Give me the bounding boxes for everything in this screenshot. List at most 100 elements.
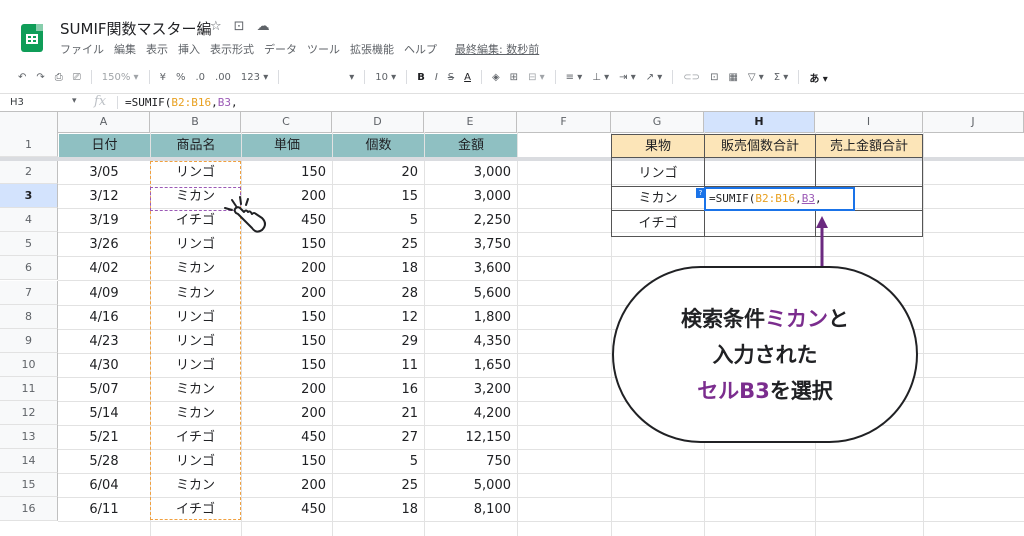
header-quantity[interactable]: 個数 [333,134,424,157]
column-header-c[interactable]: C [241,112,332,132]
cell-quantity[interactable]: 18 [332,257,424,280]
percent-button[interactable]: % [176,72,186,83]
cell-amount[interactable]: 3,200 [424,378,517,401]
borders-icon[interactable]: ⊞ [510,72,518,83]
name-box[interactable]: H3 [10,97,24,108]
increase-decimal-button[interactable]: .00 [215,72,231,83]
row-header[interactable]: 15 [0,473,58,498]
cell-amount[interactable]: 8,100 [424,498,517,521]
cell-amount[interactable]: 3,000 [424,185,517,208]
last-edit-link[interactable]: 最終編集: 数秒前 [455,41,539,57]
row-header[interactable]: 2 [0,160,58,184]
chart-icon[interactable]: ▦ [728,72,737,83]
cell-unit-price[interactable]: 200 [241,378,332,401]
font-family-select[interactable]: ▾ [349,72,354,83]
menu-insert[interactable]: 挿入 [178,41,200,57]
menu-extensions[interactable]: 拡張機能 [350,41,394,57]
cell-quantity[interactable]: 25 [332,474,424,497]
header-product[interactable]: 商品名 [151,134,241,157]
cell-date[interactable]: 3/19 [58,209,150,232]
column-header-g[interactable]: G [611,112,704,132]
cell-quantity[interactable]: 27 [332,426,424,449]
cell-quantity[interactable]: 15 [332,185,424,208]
menu-tools[interactable]: ツール [307,41,340,57]
cell-amount[interactable]: 3,750 [424,233,517,256]
menu-edit[interactable]: 編集 [114,41,136,57]
cell-date[interactable]: 5/28 [58,450,150,473]
row-header[interactable]: 11 [0,376,58,401]
merge-cells-icon[interactable]: ⊟ ▾ [528,72,545,83]
cell-quantity[interactable]: 5 [332,450,424,473]
active-cell-editor[interactable]: =SUMIF(B2:B16,B3, [704,187,855,211]
row-header[interactable]: 3 [0,184,58,209]
text-color-button[interactable]: A [464,72,471,83]
cell-quantity[interactable]: 20 [332,161,424,184]
row-header[interactable]: 7 [0,280,58,305]
cell-amount[interactable]: 750 [424,450,517,473]
decrease-decimal-button[interactable]: .0 [195,72,205,83]
print-icon[interactable]: ⎙ [55,72,63,83]
star-icon[interactable]: ☆ [210,19,222,34]
text-wrap-icon[interactable]: ⇥ ▾ [619,72,636,83]
cell-date[interactable]: 5/14 [58,402,150,425]
cell-date[interactable]: 6/04 [58,474,150,497]
horizontal-align-icon[interactable]: ≡ ▾ [566,72,583,83]
cell-unit-price[interactable]: 450 [241,498,332,521]
cell-date[interactable]: 5/21 [58,426,150,449]
italic-button[interactable]: I [435,72,438,83]
functions-icon[interactable]: Σ ▾ [774,72,789,83]
row-header[interactable]: 16 [0,497,58,522]
cell-unit-price[interactable]: 150 [241,330,332,353]
cell-quantity[interactable]: 16 [332,378,424,401]
column-header-d[interactable]: D [332,112,424,132]
cell-amount[interactable]: 12,150 [424,426,517,449]
cell-quantity[interactable]: 11 [332,354,424,377]
summary-header-qty-total[interactable]: 販売個数合計 [704,134,816,158]
summary-fruit-apple[interactable]: リンゴ [611,162,705,185]
cell-unit-price[interactable]: 200 [241,282,332,305]
currency-button[interactable]: ¥ [160,72,166,83]
menu-file[interactable]: ファイル [60,41,104,57]
select-all-corner[interactable] [0,112,58,132]
input-tools-button[interactable]: あ ▾ [809,70,828,85]
menu-format[interactable]: 表示形式 [210,41,254,57]
more-formats-button[interactable]: 123 ▾ [241,72,268,83]
cell-unit-price[interactable]: 150 [241,450,332,473]
summary-header-fruit[interactable]: 果物 [611,134,705,158]
cell-amount[interactable]: 4,350 [424,330,517,353]
cell-quantity[interactable]: 28 [332,282,424,305]
column-header-b[interactable]: B [150,112,241,132]
column-header-h[interactable]: H [704,112,815,132]
header-date[interactable]: 日付 [59,134,150,157]
cell-date[interactable]: 4/30 [58,354,150,377]
column-header-e[interactable]: E [424,112,517,132]
cell-date[interactable]: 3/12 [58,185,150,208]
cell-date[interactable]: 3/05 [58,161,150,184]
text-rotation-icon[interactable]: ↗ ▾ [646,72,663,83]
cell-amount[interactable]: 3,600 [424,257,517,280]
row-header[interactable]: 6 [0,256,58,281]
header-unit-price[interactable]: 単価 [242,134,332,157]
column-header-f[interactable]: F [517,112,611,132]
menu-data[interactable]: データ [264,41,297,57]
document-title[interactable]: SUMIF関数マスター編 [60,18,212,39]
font-size-select[interactable]: 10 ▾ [375,72,396,83]
cell-amount[interactable]: 1,800 [424,306,517,329]
undo-icon[interactable]: ↶ [18,72,26,83]
header-amount[interactable]: 金額 [425,134,517,157]
cell-unit-price[interactable]: 150 [241,306,332,329]
row-header[interactable]: 1 [0,132,58,157]
row-header[interactable]: 4 [0,208,58,233]
bold-button[interactable]: B [417,72,425,83]
cell-quantity[interactable]: 25 [332,233,424,256]
cell-quantity[interactable]: 5 [332,209,424,232]
column-header-a[interactable]: A [58,112,150,132]
cell-unit-price[interactable]: 200 [241,402,332,425]
cell-quantity[interactable]: 21 [332,402,424,425]
cell-unit-price[interactable]: 150 [241,354,332,377]
comment-icon[interactable]: ⊡ [710,72,718,83]
cell-amount[interactable]: 3,000 [424,161,517,184]
cell-date[interactable]: 6/11 [58,498,150,521]
cell-unit-price[interactable]: 200 [241,474,332,497]
cell-quantity[interactable]: 29 [332,330,424,353]
